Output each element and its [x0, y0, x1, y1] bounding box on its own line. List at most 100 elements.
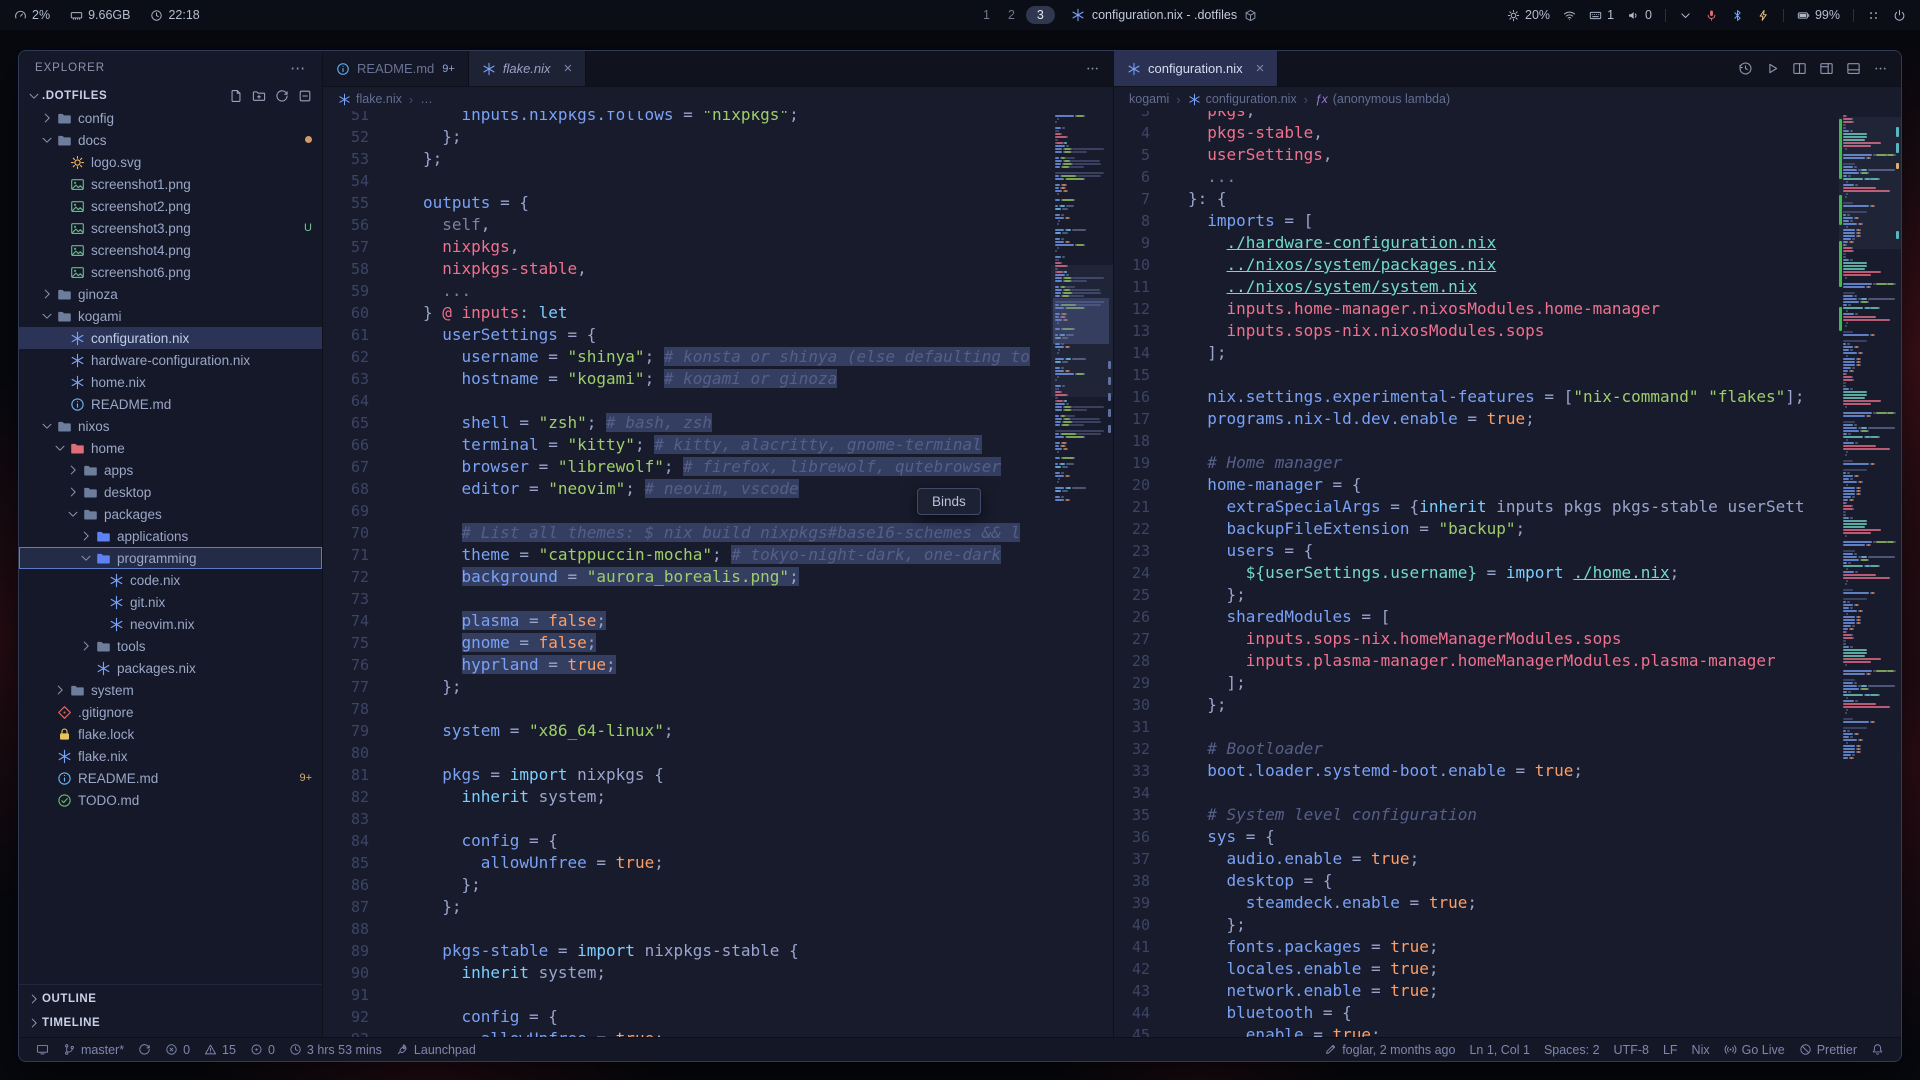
code-line[interactable]: 88	[323, 918, 1113, 940]
tree-item-todo-md[interactable]: TODO.md	[19, 789, 322, 811]
workspace-1[interactable]: 1	[976, 8, 997, 22]
code-line[interactable]: 83	[323, 808, 1113, 830]
code-line[interactable]: 89 pkgs-stable = import nixpkgs-stable {	[323, 940, 1113, 962]
code-line[interactable]: 28 inputs.plasma-manager.homeManagerModu…	[1114, 650, 1901, 672]
cpu-module[interactable]: 2%	[14, 8, 50, 22]
tree-item-home-nix[interactable]: home.nix	[19, 371, 322, 393]
tree-item-home[interactable]: home	[19, 437, 322, 459]
tree-item-packages[interactable]: packages	[19, 503, 322, 525]
code-line[interactable]: 60} @ inputs: let	[323, 302, 1113, 324]
more-button[interactable]	[1873, 61, 1888, 76]
code-line[interactable]: 40 };	[1114, 914, 1901, 936]
sync-module[interactable]	[131, 1043, 158, 1056]
minimap[interactable]	[1051, 111, 1113, 1037]
code-line[interactable]: 9 ./hardware-configuration.nix	[1114, 232, 1901, 254]
tree-item-logo-svg[interactable]: logo.svg	[19, 151, 322, 173]
code-line[interactable]: 92 config = {	[323, 1006, 1113, 1028]
clock-module[interactable]: 22:18	[150, 8, 199, 22]
code-line[interactable]: 79 system = "x86_64-linux";	[323, 720, 1113, 742]
tree-root-dotfiles[interactable]: .DOTFILES	[19, 85, 322, 107]
code-line[interactable]: 86 };	[323, 874, 1113, 896]
code-line[interactable]: 87 };	[323, 896, 1113, 918]
code-line[interactable]: 36 sys = {	[1114, 826, 1901, 848]
newfile-button[interactable]	[229, 89, 243, 103]
code-line[interactable]: 66 terminal = "kitty"; # kitty, alacritt…	[323, 434, 1113, 456]
tree-item-neovim-nix[interactable]: neovim.nix	[19, 613, 322, 635]
tree-item-code-nix[interactable]: code.nix	[19, 569, 322, 591]
tree-item-kogami[interactable]: kogami	[19, 305, 322, 327]
prettier-module[interactable]: Prettier	[1792, 1043, 1864, 1057]
code-line[interactable]: 84 config = {	[323, 830, 1113, 852]
tab-flake-nix[interactable]: flake.nix×	[469, 51, 586, 86]
code-line[interactable]: 29 ];	[1114, 672, 1901, 694]
code-line[interactable]: 59 ...	[323, 280, 1113, 302]
tree-item-programming[interactable]: programming	[19, 547, 322, 569]
tree-item-readme-md[interactable]: README.md9+	[19, 767, 322, 789]
tree-item-screenshot4-png[interactable]: screenshot4.png	[19, 239, 322, 261]
code-line[interactable]: 70 # List all themes: $ nix build nixpkg…	[323, 522, 1113, 544]
code-line[interactable]: 26 sharedModules = [	[1114, 606, 1901, 628]
network-module[interactable]	[1563, 9, 1576, 22]
breadcrumb-item[interactable]: configuration.nix	[1188, 92, 1297, 106]
cursor-position-module[interactable]: Ln 1, Col 1	[1462, 1043, 1536, 1057]
tree-item-configuration-nix[interactable]: configuration.nix	[19, 327, 322, 349]
layout-button[interactable]	[1819, 61, 1834, 76]
code-line[interactable]: 34	[1114, 782, 1901, 804]
split-editor-button[interactable]	[1792, 61, 1807, 76]
close-icon[interactable]: ×	[1256, 61, 1265, 76]
code-line[interactable]: 90 inherit system;	[323, 962, 1113, 984]
code-line[interactable]: 22 backupFileExtension = "backup";	[1114, 518, 1901, 540]
code-line[interactable]: 39 steamdeck.enable = true;	[1114, 892, 1901, 914]
code-line[interactable]: 51 inputs.nixpkgs.follows = "nixpkgs";	[323, 111, 1113, 126]
launchpad-module[interactable]: Launchpad	[389, 1043, 483, 1057]
code-line[interactable]: 19 # Home manager	[1114, 452, 1901, 474]
code-line[interactable]: 78	[323, 698, 1113, 720]
tree-item-readme-md[interactable]: README.md	[19, 393, 322, 415]
code-line[interactable]: 73	[323, 588, 1113, 610]
code-line[interactable]: 15	[1114, 364, 1901, 386]
code-line[interactable]: 8 imports = [	[1114, 210, 1901, 232]
warnings-module[interactable]: 15	[197, 1043, 243, 1057]
code-line[interactable]: 4 pkgs-stable,	[1114, 122, 1901, 144]
tree-item-desktop[interactable]: desktop	[19, 481, 322, 503]
time-tracker-module[interactable]: 3 hrs 53 mins	[282, 1043, 389, 1057]
code-line[interactable]: 20 home-manager = {	[1114, 474, 1901, 496]
errors-module[interactable]: 0	[158, 1043, 197, 1057]
code-line[interactable]: 30 };	[1114, 694, 1901, 716]
tree-item-flake-lock[interactable]: flake.lock	[19, 723, 322, 745]
code-line[interactable]: 5 userSettings,	[1114, 144, 1901, 166]
remote-module[interactable]	[29, 1043, 56, 1056]
code-line[interactable]: 85 allowUnfree = true;	[323, 852, 1113, 874]
history-button[interactable]	[1738, 61, 1753, 76]
minimap-viewport[interactable]	[1839, 117, 1901, 249]
tree-item-applications[interactable]: applications	[19, 525, 322, 547]
panel-button[interactable]	[1846, 61, 1861, 76]
code-line[interactable]: 35 # System level configuration	[1114, 804, 1901, 826]
blame-module[interactable]: foglar, 2 months ago	[1317, 1043, 1462, 1057]
tree-item-apps[interactable]: apps	[19, 459, 322, 481]
tree-item-git-nix[interactable]: git.nix	[19, 591, 322, 613]
code-line[interactable]: 64	[323, 390, 1113, 412]
newfolder-button[interactable]	[252, 89, 266, 103]
code-line[interactable]: 12 inputs.home-manager.nixosModules.home…	[1114, 298, 1901, 320]
code-editor[interactable]: 51 inputs.nixpkgs.follows = "nixpkgs";52…	[323, 111, 1113, 1037]
code-line[interactable]: 56 self,	[323, 214, 1113, 236]
workspace-3[interactable]: 3	[1026, 6, 1055, 24]
breadcrumb-item[interactable]: …	[420, 92, 433, 106]
tab-readme-md[interactable]: README.md9+	[323, 51, 469, 86]
code-editor[interactable]: 3 pkgs,4 pkgs-stable,5 userSettings,6 ..…	[1114, 111, 1901, 1037]
tree-item-tools[interactable]: tools	[19, 635, 322, 657]
code-line[interactable]: 81 pkgs = import nixpkgs {	[323, 764, 1113, 786]
ports-module[interactable]: 0	[243, 1043, 282, 1057]
code-line[interactable]: 32 # Bootloader	[1114, 738, 1901, 760]
battery-module[interactable]: 99%	[1797, 8, 1840, 22]
go-live-module[interactable]: Go Live	[1717, 1043, 1792, 1057]
encoding-module[interactable]: UTF-8	[1607, 1043, 1656, 1057]
code-line[interactable]: 38 desktop = {	[1114, 870, 1901, 892]
tray-expand-module[interactable]	[1679, 9, 1692, 22]
branch-module[interactable]: master*	[56, 1043, 131, 1057]
code-line[interactable]: 16 nix.settings.experimental-features = …	[1114, 386, 1901, 408]
explorer-more-icon[interactable]: ⋯	[290, 59, 306, 77]
code-line[interactable]: 77 };	[323, 676, 1113, 698]
power-profile-module[interactable]	[1757, 9, 1770, 22]
